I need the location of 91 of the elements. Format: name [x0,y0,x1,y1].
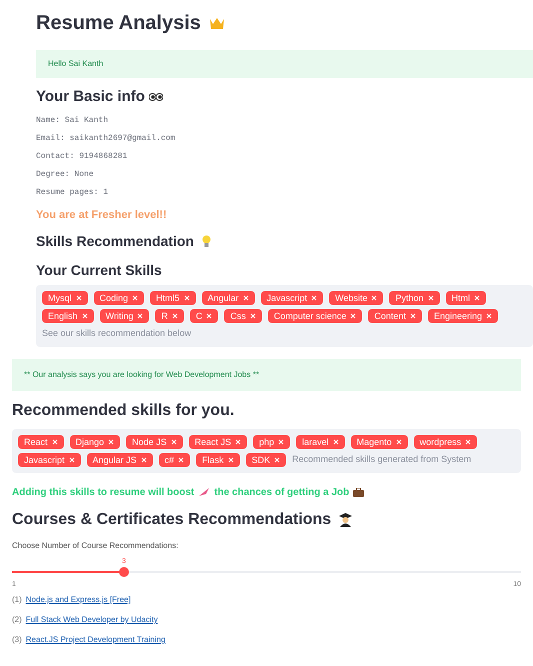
close-icon[interactable] [52,438,58,444]
course-number: (3) [12,634,22,646]
skill-tag[interactable]: php [253,434,290,448]
briefcase-icon [353,488,364,496]
close-icon[interactable] [332,438,339,444]
skill-tag[interactable]: Mysql [42,291,88,305]
close-icon[interactable] [428,295,434,301]
skill-tag[interactable]: Angular JS [86,452,153,466]
section-heading: Your Current Skills [36,261,163,280]
skill-tag[interactable]: English [42,309,94,323]
skill-tag[interactable]: Content [368,309,422,323]
skill-tag[interactable]: Python [389,291,440,305]
close-icon[interactable] [178,456,184,462]
skill-tag[interactable]: laravel [296,434,345,448]
close-icon[interactable] [82,313,88,319]
close-icon[interactable] [311,295,318,301]
close-icon[interactable] [274,456,280,462]
close-icon[interactable] [184,295,190,301]
section-heading: Recommended skills for you. [12,400,236,420]
skill-tag[interactable]: Magento [350,434,408,448]
skill-tag[interactable]: Coding [94,291,144,305]
graduate-icon [339,512,352,526]
close-icon[interactable] [140,456,147,462]
skill-tag[interactable]: React JS [188,434,248,448]
course-link[interactable]: Node.js and Express.js [Free] [26,594,131,606]
close-icon[interactable] [486,313,492,319]
close-icon[interactable] [76,295,82,301]
course-link[interactable]: Full Stack Web Developer by Udacity [26,614,158,626]
skill-tag[interactable]: Javascript [18,452,81,466]
skill-tag[interactable]: Django [70,434,120,448]
skill-tag[interactable]: Angular [202,291,255,305]
close-icon[interactable] [250,313,256,319]
close-icon[interactable] [474,295,480,301]
skill-tag[interactable]: C [190,309,218,323]
skill-tag[interactable]: SDK [246,452,286,466]
skill-tag[interactable]: Flask [196,452,240,466]
info-line: Name: Sai Kanth [36,114,110,126]
course-number: (1) [12,594,22,606]
boost-text: Adding this skills to resume will boost [12,486,194,500]
info-line: Contact: 9194868281 [36,150,128,162]
skill-tag[interactable]: Html5 [150,291,196,305]
close-icon[interactable] [410,313,416,319]
skill-tag[interactable]: Computer science [268,309,362,323]
level-message: You are at Fresher level!! [36,208,168,222]
skill-tag[interactable]: Html [446,291,486,305]
info-line: Email: saikanth2697@gmail.com [36,132,176,144]
skill-tag[interactable]: c# [158,452,190,466]
current-skills-field[interactable]: Mysql Coding Html5 Angular Javascript Website Python Html English Writing R C Css Computer science Content Engineering See our skills recommendation below [36,285,533,346]
close-icon[interactable] [132,295,138,301]
skill-tag[interactable]: React [18,434,64,448]
page-title: Resume Analysis [36,11,201,36]
section-heading: Your Basic info [36,87,145,107]
close-icon[interactable] [465,438,472,444]
hint-text: See our skills recommendation below [42,327,192,340]
slider-thumb[interactable] [118,566,129,576]
skill-tag[interactable]: Engineering [428,309,498,323]
course-number: (2) [12,614,22,626]
lightbulb-icon [202,235,211,248]
close-icon[interactable] [396,438,402,444]
close-icon[interactable] [242,295,249,301]
slider-label: Choose Number of Course Recommendations: [12,540,180,552]
skill-tag[interactable]: wordpress [414,434,478,448]
info-line: Resume pages: 1 [36,186,110,198]
close-icon[interactable] [170,438,177,444]
crown-icon [208,16,225,30]
close-icon[interactable] [108,438,114,444]
eyes-icon [148,93,163,102]
greeting-banner: Hello Sai Kanth [36,50,533,78]
skill-tag[interactable]: Javascript [260,291,324,305]
section-heading: Courses & Certificates Recommendations [12,510,332,530]
skill-tag[interactable]: Css [224,309,262,323]
skill-tag[interactable]: Writing [100,309,150,323]
close-icon[interactable] [228,456,234,462]
section-heading: Skills Recommendation [36,232,194,251]
close-icon[interactable] [172,313,178,319]
boost-text: the chances of getting a Job [214,486,350,500]
skill-tag[interactable]: R [155,309,184,323]
close-icon[interactable] [235,438,242,444]
hint-text: Recommended skills generated from System [292,452,472,466]
close-icon[interactable] [137,313,144,319]
skill-tag[interactable]: Node JS [126,434,183,448]
course-link[interactable]: React.JS Project Development Training [26,634,166,646]
close-icon[interactable] [278,438,284,444]
close-icon[interactable] [350,313,356,319]
info-line: Degree: None [36,168,95,180]
close-icon[interactable] [68,456,75,462]
recommended-skills-field[interactable]: React Django Node JS React JS php laravel Magento wordpress Javascript Angular JS c# Flask SDK Recommended skills generated from System [12,428,521,472]
skill-tag[interactable]: Website [329,291,384,305]
close-icon[interactable] [371,295,378,301]
analysis-banner: ** Our analysis says you are looking for Web Development Jobs ** [12,358,521,390]
close-icon[interactable] [206,313,212,319]
